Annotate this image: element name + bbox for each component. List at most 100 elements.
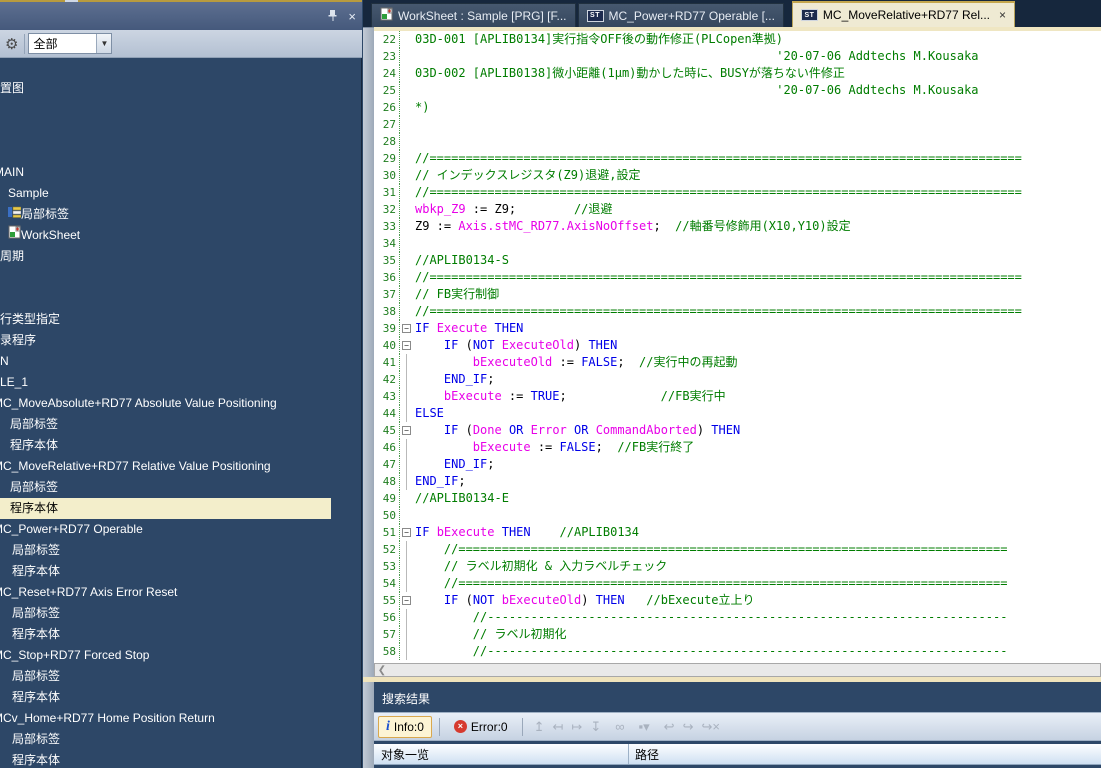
collapse-icon[interactable]: − (402, 341, 411, 350)
tree-item[interactable]: MC_Reset+RD77 Axis Error Reset (0, 582, 362, 603)
code-line-34[interactable]: 34 (374, 235, 1101, 252)
last-result-icon[interactable]: ↧ (586, 719, 605, 734)
tree-item[interactable]: 局部标签 (0, 204, 362, 225)
chevron-down-icon[interactable]: ▼ (96, 34, 111, 53)
tree-item[interactable]: 录程序 (0, 330, 362, 351)
collapse-icon[interactable]: − (402, 426, 411, 435)
undo-jump-icon[interactable]: ↩ (660, 719, 679, 734)
clear-results-icon[interactable]: ↪× (697, 719, 723, 734)
code-line-36[interactable]: 36//====================================… (374, 269, 1101, 286)
close-panel-icon[interactable]: × (348, 10, 356, 23)
code-line-27[interactable]: 27 (374, 116, 1101, 133)
code-line-39[interactable]: 39−IF Execute THEN (374, 320, 1101, 337)
code-line-33[interactable]: 33Z9 := Axis.stMC_RD77.AxisNoOffset; //軸… (374, 218, 1101, 235)
tree-item[interactable]: MC_MoveAbsolute+RD77 Absolute Value Posi… (0, 393, 362, 414)
code-line-37[interactable]: 37// FB実行制御 (374, 286, 1101, 303)
tree-item[interactable]: 局部标签 (0, 540, 362, 561)
fold-marker[interactable]: − (400, 320, 415, 337)
code-line-44[interactable]: 44ELSE (374, 405, 1101, 422)
code-line-48[interactable]: 48END_IF; (374, 473, 1101, 490)
code-line-30[interactable]: 30// インデックスレジスタ(Z9)退避,設定 (374, 167, 1101, 184)
column-header-object-list[interactable]: 对象一览 (374, 744, 629, 764)
stop-icon[interactable]: ▪▾ (635, 719, 654, 734)
tree-item[interactable]: MC_MoveRelative+RD77 Relative Value Posi… (0, 456, 362, 477)
fold-marker[interactable]: − (400, 524, 415, 541)
tree-item[interactable]: N (0, 351, 362, 372)
tree-item[interactable]: LE_1 (0, 372, 362, 393)
tree-item[interactable]: Sample (0, 183, 362, 204)
tree-item[interactable]: 周期 (0, 246, 362, 267)
column-header-path[interactable]: 路径 (629, 746, 659, 763)
tree-filter-dropdown[interactable]: 全部 ▼ (28, 33, 112, 54)
code-line-38[interactable]: 38//====================================… (374, 303, 1101, 320)
code-line-31[interactable]: 31//====================================… (374, 184, 1101, 201)
code-line-32[interactable]: 32wbkp_Z9 := Z9; //退避 (374, 201, 1101, 218)
tree-item[interactable]: 局部标签 (0, 666, 362, 687)
prev-result-icon[interactable]: ↤ (549, 719, 568, 734)
next-result-icon[interactable]: ↦ (567, 719, 586, 734)
gear-icon[interactable]: ⚙ (5, 35, 18, 53)
code-line-29[interactable]: 29//====================================… (374, 150, 1101, 167)
document-tab-0[interactable]: WorkSheet : Sample [PRG] [F... (371, 3, 576, 27)
code-line-23[interactable]: 23 '20-07-06 Addtechs M.Kousaka (374, 48, 1101, 65)
collapse-icon[interactable]: − (402, 528, 411, 537)
fold-marker[interactable]: − (400, 592, 415, 609)
error-filter-button[interactable]: × Error:0 (447, 716, 515, 738)
tree-item[interactable]: MC_Power+RD77 Operable (0, 519, 362, 540)
pin-icon[interactable] (327, 9, 338, 24)
tree-item[interactable]: 置图 (0, 78, 362, 99)
code-line-51[interactable]: 51−IF bExecute THEN //APLIB0134 (374, 524, 1101, 541)
tree-item[interactable]: MCv_Home+RD77 Home Position Return (0, 708, 362, 729)
collapse-icon[interactable]: − (402, 324, 411, 333)
tree-item[interactable]: 程序本体 (0, 498, 331, 519)
tree-item[interactable]: 行类型指定 (0, 309, 362, 330)
tree-item[interactable]: 程序本体 (0, 624, 362, 645)
tree-item[interactable]: 程序本体 (0, 750, 362, 768)
collapse-icon[interactable]: − (402, 596, 411, 605)
fold-marker[interactable]: − (400, 422, 415, 439)
tree-item[interactable]: 程序本体 (0, 561, 362, 582)
info-filter-button[interactable]: i Info:0 (378, 716, 432, 738)
find-icon[interactable]: ∞ (611, 719, 628, 734)
code-line-22[interactable]: 2203D-001 [APLIB0134]実行指令OFF後の動作修正(PLCop… (374, 31, 1101, 48)
tree-item[interactable]: MC_Stop+RD77 Forced Stop (0, 645, 362, 666)
document-tab-2[interactable]: STMC_MoveRelative+RD77 Rel...× (792, 1, 1015, 27)
tab-close-icon[interactable]: × (999, 8, 1006, 22)
code-line-58[interactable]: 58 //-----------------------------------… (374, 643, 1101, 660)
code-line-57[interactable]: 57 // ラベル初期化 (374, 626, 1101, 643)
code-line-45[interactable]: 45− IF (Done OR Error OR CommandAborted)… (374, 422, 1101, 439)
fold-marker[interactable]: − (400, 337, 415, 354)
code-line-47[interactable]: 47 END_IF; (374, 456, 1101, 473)
code-line-26[interactable]: 26*) (374, 99, 1101, 116)
tree-item[interactable]: 局部标签 (0, 414, 362, 435)
code-line-49[interactable]: 49//APLIB0134-E (374, 490, 1101, 507)
horizontal-scrollbar[interactable]: ❮ (374, 663, 1101, 677)
code-line-41[interactable]: 41 bExecuteOld := FALSE; //実行中の再起動 (374, 354, 1101, 371)
tree-item[interactable]: 局部标签 (0, 477, 362, 498)
code-line-40[interactable]: 40− IF (NOT ExecuteOld) THEN (374, 337, 1101, 354)
tree-item[interactable]: 局部标签 (0, 603, 362, 624)
tree-item[interactable]: 程序本体 (0, 687, 362, 708)
code-line-53[interactable]: 53 // ラベル初期化 & 入力ラベルチェック (374, 558, 1101, 575)
code-line-35[interactable]: 35//APLIB0134-S (374, 252, 1101, 269)
tree-item[interactable]: 程序本体 (0, 435, 362, 456)
code-line-55[interactable]: 55− IF (NOT bExecuteOld) THEN //bExecute… (374, 592, 1101, 609)
code-line-25[interactable]: 25 '20-07-06 Addtechs M.Kousaka (374, 82, 1101, 99)
first-result-icon[interactable]: ↥ (530, 719, 549, 734)
code-line-52[interactable]: 52 //===================================… (374, 541, 1101, 558)
code-line-54[interactable]: 54 //===================================… (374, 575, 1101, 592)
splitter-rail[interactable] (363, 27, 374, 768)
code-line-50[interactable]: 50 (374, 507, 1101, 524)
code-line-28[interactable]: 28 (374, 133, 1101, 150)
code-line-43[interactable]: 43 bExecute := TRUE; //FB実行中 (374, 388, 1101, 405)
tree-item[interactable]: WorkSheet (0, 225, 362, 246)
scroll-left-arrow-icon[interactable]: ❮ (375, 664, 389, 676)
code-line-56[interactable]: 56 //-----------------------------------… (374, 609, 1101, 626)
document-tab-1[interactable]: STMC_Power+RD77 Operable [... (578, 3, 784, 27)
redo-jump-icon[interactable]: ↪ (679, 719, 698, 734)
code-line-42[interactable]: 42 END_IF; (374, 371, 1101, 388)
code-line-46[interactable]: 46 bExecute := FALSE; //FB実行終了 (374, 439, 1101, 456)
code-line-24[interactable]: 2403D-002 [APLIB0138]微小距離(1μm)動かした時に、BUS… (374, 65, 1101, 82)
tree-item[interactable]: MAIN (0, 162, 362, 183)
st-code-editor[interactable]: 2203D-001 [APLIB0134]実行指令OFF後の動作修正(PLCop… (374, 31, 1101, 663)
